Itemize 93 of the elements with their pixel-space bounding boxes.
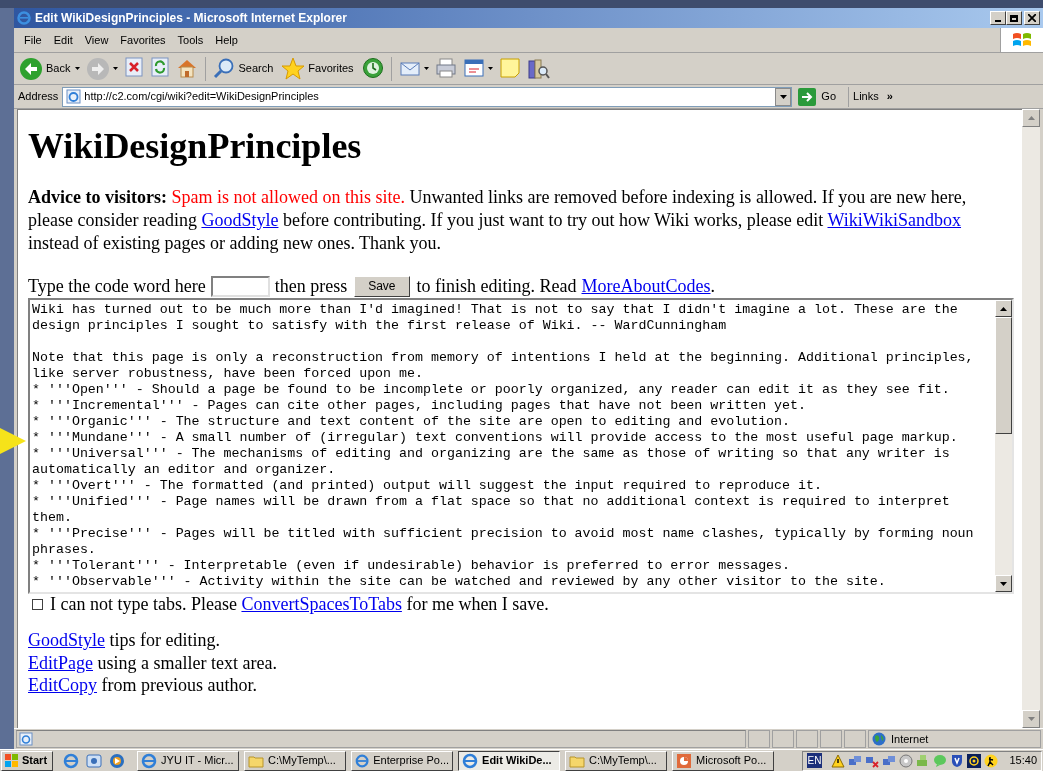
- address-field[interactable]: http://c2.com/cgi/wiki?edit=WikiDesignPrinciples: [62, 86, 793, 107]
- zone-label: Internet: [891, 731, 929, 747]
- network-icon[interactable]: [848, 753, 863, 768]
- link[interactable]: WikiWikiSandbox: [827, 210, 962, 230]
- text-area[interactable]: Wiki has turned out to be much more than I'd imagined! That is not to say that I didn't imagine a lot. These are the design principles I sought to satisfy with the first release of Wiki. -- WardCunningham Note that this page is only a reconstruction from memory of intentions I held at the beginning. Additional principles, like server robustness, have been forced upon me. * '''Open''' - Should a page be found to be incomplete or poorly organized, any reader can edit it as they see fit. * '''Incremental''' - Pages can cite other pages, including pages that have not been written yet. * '''Organic''' - The structure and text content of the site are open to editing and evolution. * '''Mundane''' - A small number of (irregular) text conventions will provide access to the most useful page markup. * '''Universal''' - The mechanisms of editing and organizing are the same as those of writing so that any writer is automatically an editor and organizer. * '''Overt''' - The formatted (and printed) output will suggest the input required to reproduce it. * '''Unified''' - Page names will be drawn from a flat space so that no additional context is required to interpret them. * '''Precise''' - Pages will be titled with sufficient precision to avoid most name clashes, typically by forming noun phrases. * '''Tolerant''' - Interpretable (even if undesirable) behavior is preferred to error messages. * '''Observable''' - Activity within the site can be watched and reviewed by any other visitor to the site.: [28, 298, 1014, 594]
- flag-logo-icon: [5, 754, 19, 767]
- link[interactable]: ConvertSpacesToTabs: [241, 593, 402, 614]
- status-pane: [748, 730, 770, 748]
- toolbar-button[interactable]: Favorites: [278, 54, 359, 83]
- checkbox[interactable]: [32, 598, 43, 610]
- menu-item[interactable]: File: [18, 31, 48, 49]
- warning-icon[interactable]: [831, 753, 846, 768]
- save-button[interactable]: Save: [354, 275, 410, 297]
- shield-icon[interactable]: [950, 753, 965, 768]
- browser-icon: [141, 752, 158, 769]
- advice-paragraph: Advice to visitors: Spam is not allowed on this site. Unwanted links are removed before indexing is allowed. If you are new here, please consider reading GoodStyle before contributing. If you just want to try out how Wiki works, please edit WikiWikiSandbox instead of existing pages or adding new ones. Thank you.: [28, 186, 968, 255]
- up-arrow-icon: [1027, 116, 1035, 120]
- search-icon: [213, 56, 236, 81]
- status-pane: [820, 730, 842, 748]
- page-icon: [66, 89, 82, 104]
- menu-item[interactable]: Edit: [47, 31, 79, 49]
- down-arrow-icon: [1027, 717, 1035, 721]
- help-line: EditPage using a smaller text area.: [28, 651, 278, 674]
- page-heading: WikiDesignPrinciples: [28, 126, 363, 166]
- taskbar-button[interactable]: C:\MyTemp\...: [565, 750, 668, 771]
- menu-item[interactable]: Help: [209, 31, 244, 49]
- instruction-text: to finish editing. Read: [416, 274, 577, 298]
- page-icon: [19, 732, 33, 746]
- flag-logo-icon: [1012, 31, 1032, 49]
- scroll-down-button[interactable]: [995, 575, 1012, 592]
- caret-icon: [423, 67, 429, 70]
- help-line: GoodStyle tips for editing.: [28, 629, 221, 652]
- minimize-button[interactable]: [990, 11, 1006, 25]
- pointer-arrow-drawing: [0, 428, 26, 454]
- runner-icon[interactable]: [984, 753, 999, 768]
- link[interactable]: GoodStyle: [28, 630, 105, 650]
- dropdown-button[interactable]: [775, 87, 792, 106]
- browser-icon: [17, 11, 31, 25]
- network-icon[interactable]: [882, 753, 897, 768]
- clock: 15:40: [1009, 753, 1037, 769]
- globe-icon: [872, 732, 886, 746]
- scroll-thumb[interactable]: [995, 317, 1012, 434]
- close-button[interactable]: [1024, 11, 1040, 25]
- start-button[interactable]: Start: [1, 750, 54, 771]
- note-icon: [498, 56, 521, 81]
- caret-icon: [487, 67, 493, 70]
- down-arrow-icon: [1000, 581, 1007, 586]
- window-title: Edit WikiDesignPrinciples - Microsoft Internet Explorer: [35, 10, 347, 27]
- books-icon: [526, 56, 551, 81]
- caret-icon: [113, 67, 119, 70]
- taskbar-button[interactable]: Enterprise Po...: [351, 750, 454, 771]
- taskbar-button[interactable]: JYU IT - Micr...: [137, 750, 240, 771]
- scroll-up-button[interactable]: [995, 300, 1012, 317]
- caret-icon: [779, 94, 787, 99]
- menu-item[interactable]: Favorites: [114, 31, 172, 49]
- browser-icon: [462, 752, 479, 769]
- link[interactable]: EditCopy: [28, 675, 97, 695]
- taskbar-button[interactable]: Microsoft Po...: [672, 750, 775, 771]
- menu-item[interactable]: Tools: [171, 31, 210, 49]
- language-indicator[interactable]: EN: [806, 753, 823, 768]
- menu-item[interactable]: View: [78, 31, 115, 49]
- printer-icon: [434, 56, 457, 81]
- link[interactable]: GoodStyle: [201, 210, 279, 230]
- status-pane: [796, 730, 818, 748]
- status-pane: [772, 730, 794, 748]
- status-pane: [844, 730, 866, 748]
- browser-icon[interactable]: [63, 752, 80, 769]
- taskbar-button[interactable]: Edit WikiDe...: [458, 750, 561, 771]
- more-links-glyph[interactable]: »: [886, 88, 893, 105]
- code-word-field[interactable]: [210, 275, 270, 297]
- link[interactable]: EditPage: [28, 652, 93, 673]
- restore-button[interactable]: [1006, 11, 1022, 25]
- toolbar-button[interactable]: Back: [16, 54, 84, 83]
- caret-icon: [75, 67, 81, 70]
- up-arrow-icon: [1000, 306, 1007, 311]
- instruction-text: .: [710, 274, 715, 298]
- instruction-text: then press: [274, 274, 348, 298]
- instruction-text: Type the code word here: [28, 274, 206, 298]
- disc-icon[interactable]: [899, 753, 914, 768]
- help-line: EditCopy from previous author.: [28, 674, 258, 697]
- links-button[interactable]: Links: [853, 88, 879, 105]
- taskbar-button[interactable]: C:\MyTemp\...: [244, 750, 347, 771]
- media-player-icon[interactable]: [109, 752, 126, 769]
- toolbar-button[interactable]: Search: [210, 54, 279, 83]
- address-label: Address: [17, 89, 60, 105]
- close-icon: [1028, 14, 1036, 22]
- clock-icon: [361, 56, 384, 81]
- go-button[interactable]: Go: [798, 86, 850, 107]
- browser-icon: [355, 752, 370, 769]
- link[interactable]: MoreAboutCodes: [581, 272, 711, 300]
- text-area-scrollbar[interactable]: [995, 300, 1012, 592]
- star-icon: [281, 56, 306, 81]
- option-label: I can not type tabs. Please ConvertSpacesToTabs for me when I save.: [50, 592, 549, 616]
